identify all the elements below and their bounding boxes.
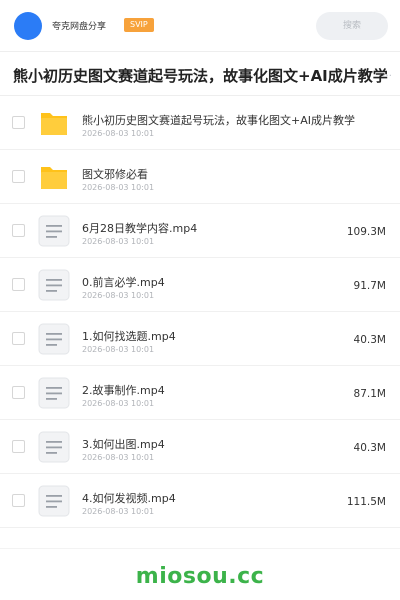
file-size: 87.1M xyxy=(353,388,386,400)
row-checkbox[interactable] xyxy=(12,494,25,507)
video-file-icon xyxy=(38,269,70,301)
row-checkbox[interactable] xyxy=(12,170,25,183)
share-title-bar: 熊小初历史图文赛道起号玩法，故事化图文+AI成片教学 … xyxy=(0,52,400,96)
file-row[interactable]: 熊小初历史图文赛道起号玩法，故事化图文+AI成片教学 2026-08-03 10:… xyxy=(0,96,400,150)
row-checkbox[interactable] xyxy=(12,116,25,129)
file-name: 1.如何找选题.mp4 xyxy=(82,330,176,343)
file-row[interactable]: 3.如何出图.mp4 2026-08-03 10:01 40.3M xyxy=(0,420,400,474)
file-row[interactable]: 0.前言必学.mp4 2026-08-03 10:01 91.7M xyxy=(0,258,400,312)
video-file-icon xyxy=(38,431,70,463)
file-date: 2026-08-03 10:01 xyxy=(82,345,155,354)
file-date: 2026-08-03 10:01 xyxy=(82,237,155,246)
file-name: 3.如何出图.mp4 xyxy=(82,438,165,451)
file-date: 2026-08-03 10:01 xyxy=(82,507,155,516)
file-row[interactable]: 1.如何找选题.mp4 2026-08-03 10:01 40.3M xyxy=(0,312,400,366)
row-checkbox[interactable] xyxy=(12,332,25,345)
file-date: 2026-08-03 10:01 xyxy=(82,399,155,408)
row-checkbox[interactable] xyxy=(12,278,25,291)
folder-icon xyxy=(38,161,70,193)
file-date: 2026-08-03 10:01 xyxy=(82,453,155,462)
file-name: 6月28日教学内容.mp4 xyxy=(82,222,198,235)
file-size: 40.3M xyxy=(353,442,386,454)
file-row[interactable]: 2.故事制作.mp4 2026-08-03 10:01 87.1M xyxy=(0,366,400,420)
avatar[interactable] xyxy=(14,12,42,40)
row-checkbox[interactable] xyxy=(12,440,25,453)
file-name: 图文邪修必看 xyxy=(82,168,148,181)
row-checkbox[interactable] xyxy=(12,386,25,399)
file-row[interactable]: 6月28日教学内容.mp4 2026-08-03 10:01 109.3M xyxy=(0,204,400,258)
video-file-icon xyxy=(38,323,70,355)
file-name: 4.如何发视频.mp4 xyxy=(82,492,176,505)
row-checkbox[interactable] xyxy=(12,224,25,237)
watermark: miosou.cc xyxy=(135,564,265,589)
video-file-icon xyxy=(38,377,70,409)
file-row[interactable]: 4.如何发视频.mp4 2026-08-03 10:01 111.5M xyxy=(0,474,400,528)
file-list: 熊小初历史图文赛道起号玩法，故事化图文+AI成片教学 2026-08-03 10:… xyxy=(0,96,400,528)
video-file-icon xyxy=(38,215,70,247)
video-file-icon xyxy=(38,485,70,517)
brand-label: 夸克网盘分享 xyxy=(52,22,107,32)
svip-badge: SVIP xyxy=(124,18,154,32)
file-size: 109.3M xyxy=(346,226,386,238)
file-name: 2.故事制作.mp4 xyxy=(82,384,165,397)
app-header: 夸克网盘分享 SVIP 搜索 xyxy=(0,0,400,52)
file-row[interactable]: 图文邪修必看 2026-08-03 10:01 xyxy=(0,150,400,204)
page-title: 熊小初历史图文赛道起号玩法，故事化图文+AI成片教学 xyxy=(13,67,388,85)
file-date: 2026-08-03 10:01 xyxy=(82,291,155,300)
file-size: 91.7M xyxy=(353,280,386,292)
folder-icon xyxy=(38,107,70,139)
file-date: 2026-08-03 10:01 xyxy=(82,183,155,192)
more-icon[interactable]: … xyxy=(382,68,392,79)
file-name: 0.前言必学.mp4 xyxy=(82,276,165,289)
file-size: 40.3M xyxy=(353,334,386,346)
file-date: 2026-08-03 10:01 xyxy=(82,129,155,138)
search-input[interactable]: 搜索 xyxy=(316,12,388,40)
file-name: 熊小初历史图文赛道起号玩法，故事化图文+AI成片教学 xyxy=(82,114,355,127)
file-size: 111.5M xyxy=(346,496,386,508)
